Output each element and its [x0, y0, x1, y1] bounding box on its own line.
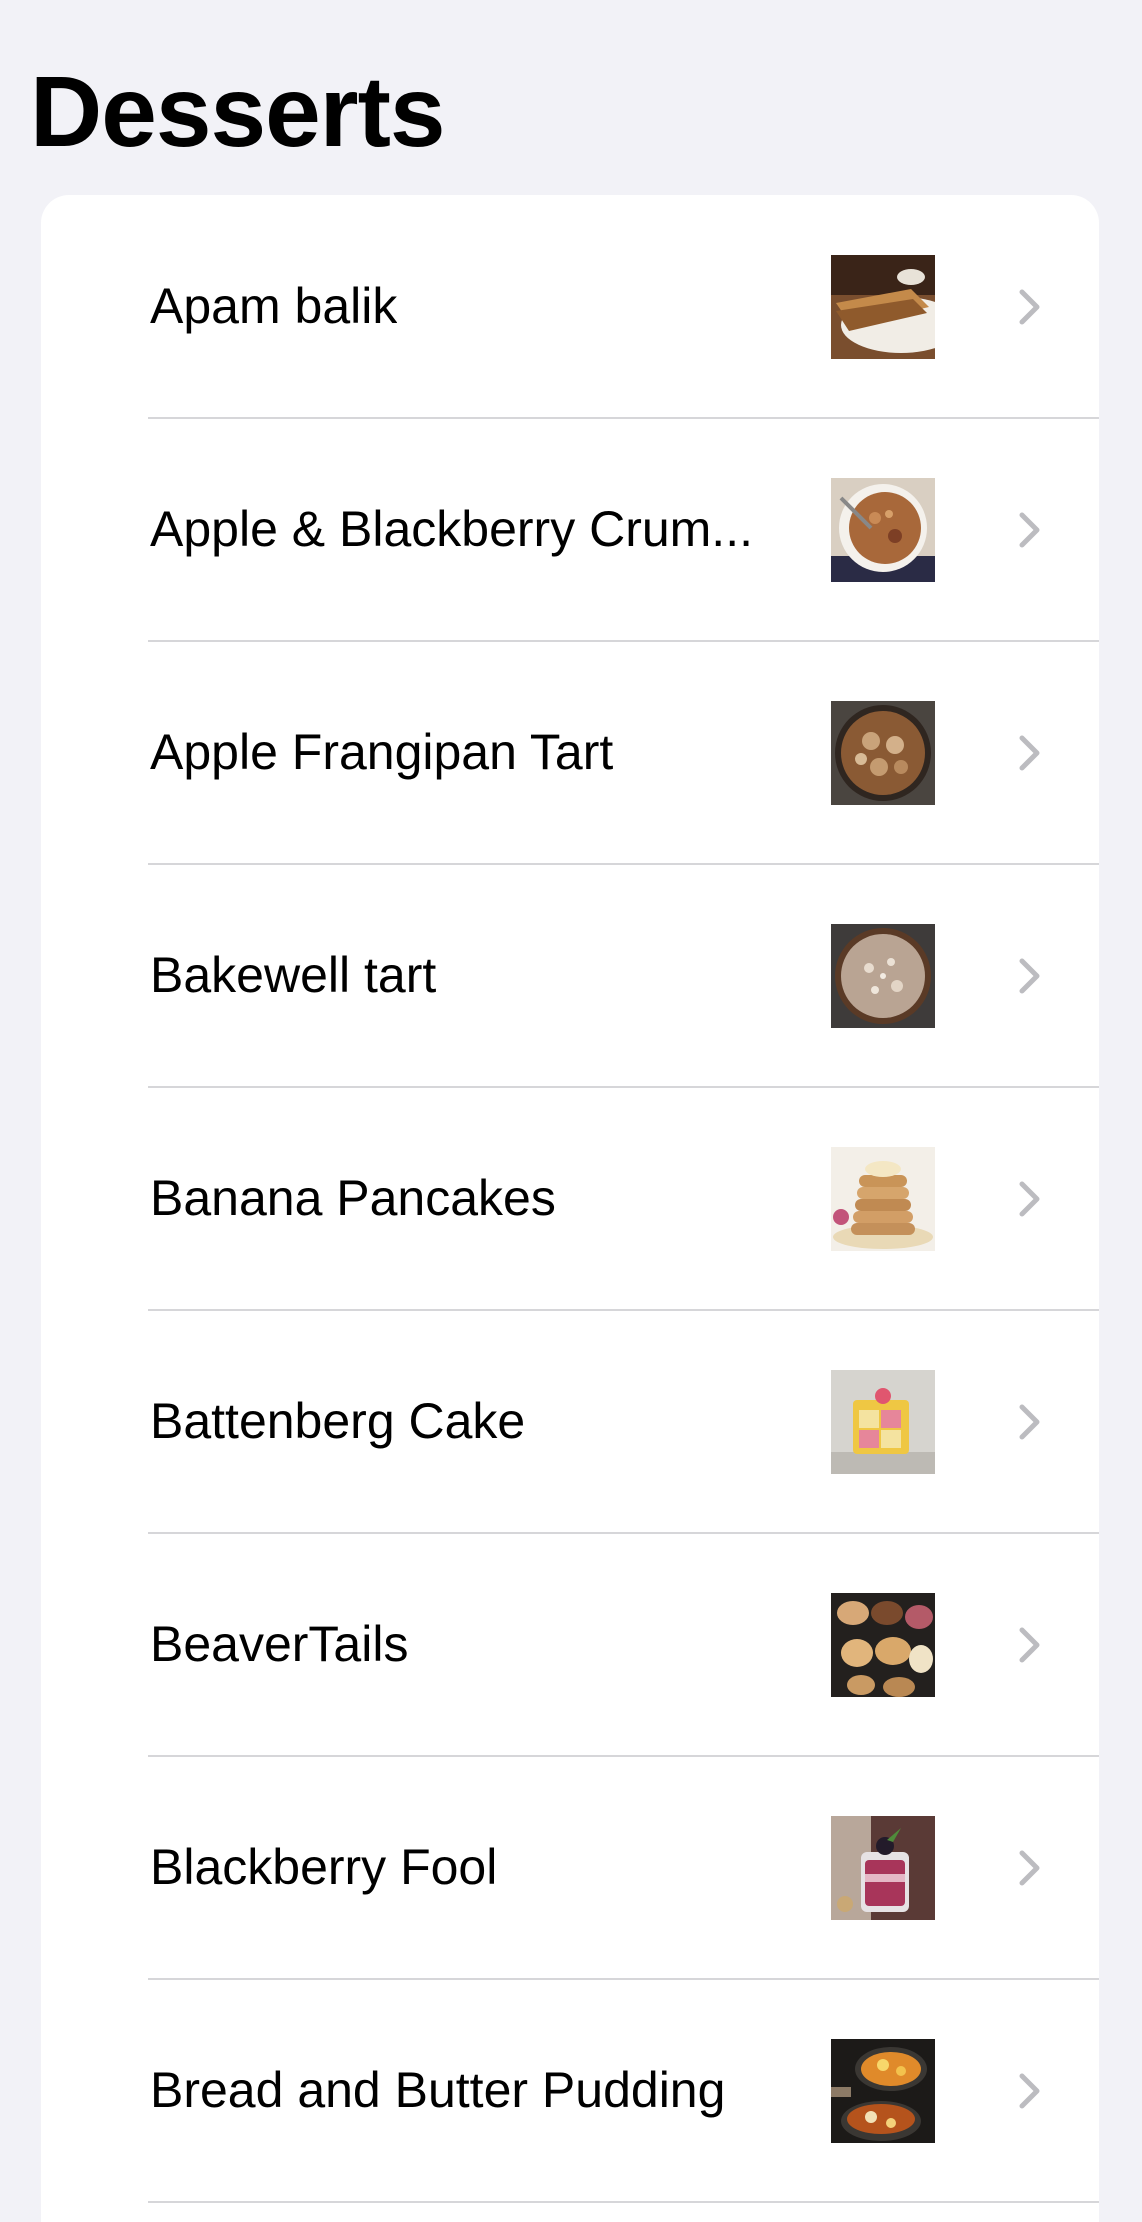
dessert-thumbnail — [831, 478, 935, 582]
chevron-right-icon — [1011, 288, 1047, 326]
chevron-right-icon — [1011, 957, 1047, 995]
desserts-list: Apam balik Apple & Blackberry Crum... Ap… — [41, 195, 1099, 2222]
list-item[interactable]: Battenberg Cake — [41, 1310, 1099, 1534]
dessert-name: Blackberry Fool — [150, 1839, 498, 1895]
dessert-thumbnail — [831, 1370, 935, 1474]
dessert-thumbnail — [831, 1593, 935, 1697]
dessert-name: Apple Frangipan Tart — [150, 724, 614, 780]
page-title: Desserts — [30, 56, 446, 168]
chevron-right-icon — [1011, 2072, 1047, 2110]
chevron-right-icon — [1011, 734, 1047, 772]
dessert-name: Apam balik — [150, 278, 398, 334]
desserts-screen: Desserts Apam balik Apple & Blackberry C… — [0, 0, 1142, 2222]
dessert-thumbnail — [831, 255, 935, 359]
dessert-name: Banana Pancakes — [150, 1170, 556, 1226]
dessert-thumbnail — [831, 701, 935, 805]
dessert-name: Battenberg Cake — [150, 1393, 526, 1449]
dessert-thumbnail — [831, 924, 935, 1028]
dessert-thumbnail — [831, 2039, 935, 2143]
list-item[interactable]: Apple Frangipan Tart — [41, 641, 1099, 865]
dessert-name: Apple & Blackberry Crum... — [150, 501, 753, 557]
dessert-name: Bakewell tart — [150, 947, 437, 1003]
chevron-right-icon — [1011, 511, 1047, 549]
list-item[interactable]: Bakewell tart — [41, 864, 1099, 1088]
chevron-right-icon — [1011, 1626, 1047, 1664]
list-item[interactable]: Apam balik — [41, 195, 1099, 419]
dessert-thumbnail — [831, 1816, 935, 1920]
dessert-thumbnail — [831, 1147, 935, 1251]
dessert-name: Bread and Butter Pudding — [150, 2062, 726, 2118]
dessert-name: BeaverTails — [150, 1616, 409, 1672]
list-item[interactable]: BeaverTails — [41, 1533, 1099, 1757]
list-item[interactable]: Blackberry Fool — [41, 1756, 1099, 1980]
list-item[interactable]: Banana Pancakes — [41, 1087, 1099, 1311]
chevron-right-icon — [1011, 1180, 1047, 1218]
row-separator — [148, 2201, 1099, 2203]
chevron-right-icon — [1011, 1849, 1047, 1887]
list-item[interactable]: Apple & Blackberry Crum... — [41, 418, 1099, 642]
list-item[interactable]: Bread and Butter Pudding — [41, 1979, 1099, 2203]
chevron-right-icon — [1011, 1403, 1047, 1441]
